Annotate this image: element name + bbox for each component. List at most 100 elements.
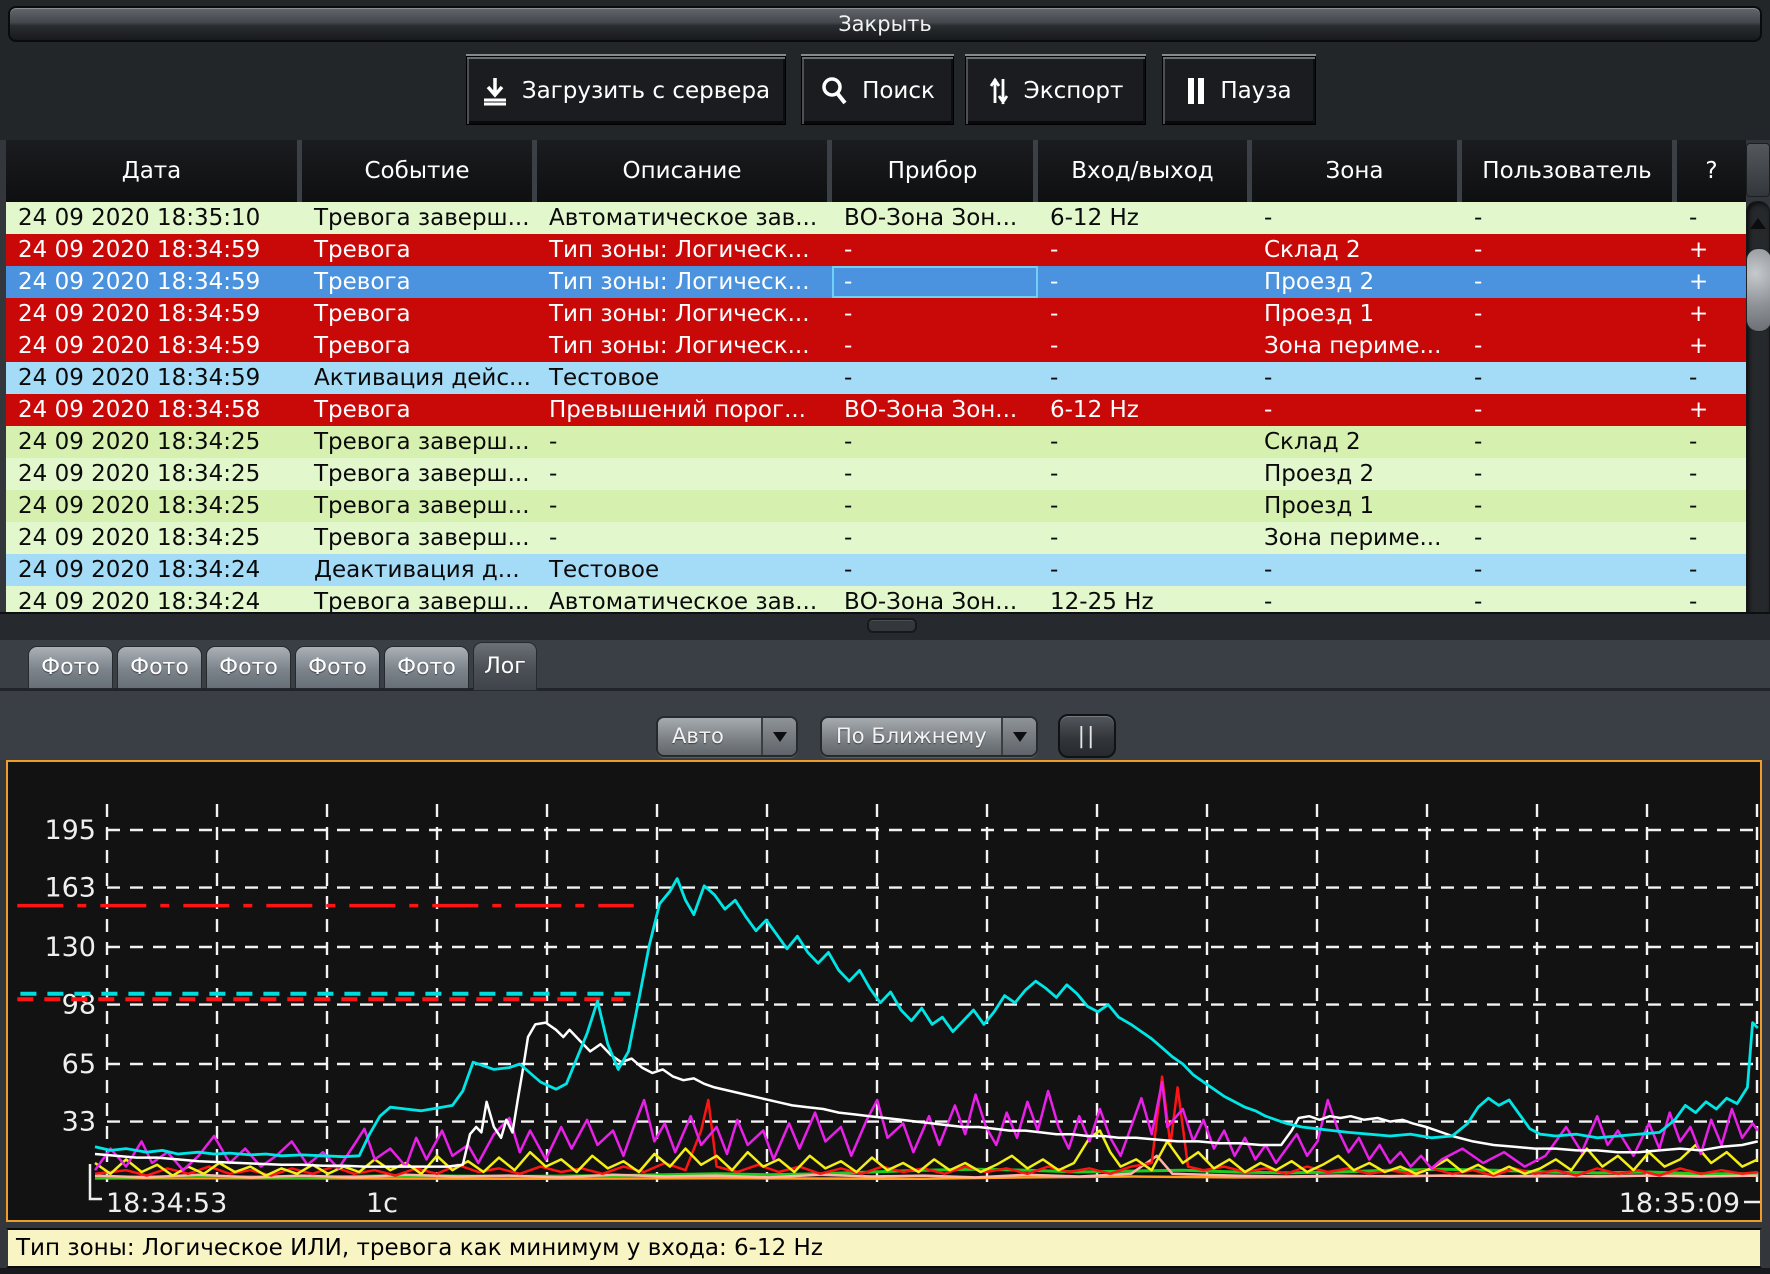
table-cell: - [1252,362,1462,394]
table-row[interactable]: 24 09 2020 18:34:58ТревогаПревышений пор… [6,394,1746,426]
scale-select[interactable]: Авто [656,716,798,757]
chevron-down-icon[interactable] [1001,718,1036,755]
table-cell: Проезд 1 [1252,490,1462,522]
chart-pause-button[interactable]: || [1058,714,1116,758]
table-cell: - [1677,458,1746,490]
table-cell: - [1677,202,1746,234]
table-cell: Тревога заверш... [302,490,537,522]
table-body: 24 09 2020 18:35:10Тревога заверш...Авто… [6,202,1746,612]
table-cell: - [1677,554,1746,586]
tab-photo-2[interactable]: Фото [117,646,202,689]
events-table: ДатаСобытиеОписаниеПриборВход/выходЗонаП… [6,140,1746,612]
status-text: Тип зоны: Логическое ИЛИ, тревога как ми… [16,1235,823,1261]
table-cell: + [1677,234,1746,266]
table-cell: 24 09 2020 18:35:10 [6,202,302,234]
tab-photo-3[interactable]: Фото [206,646,291,689]
table-row[interactable]: 24 09 2020 18:34:59ТревогаТип зоны: Логи… [6,234,1746,266]
scrollbar-track[interactable] [1746,201,1770,647]
toolbar-button-1[interactable]: Загрузить с сервера [466,56,786,125]
table-cell: - [832,234,1038,266]
table-cell: - [1038,298,1252,330]
table-cell: Зона периме... [1252,522,1462,554]
toolbar-button-label: Загрузить с сервера [522,78,770,104]
column-header-5[interactable]: Вход/выход [1038,140,1252,202]
table-cell: 24 09 2020 18:34:58 [6,394,302,426]
toolbar-button-3[interactable]: Экспорт [965,56,1146,125]
table-cell: - [1038,522,1252,554]
table-cell: 24 09 2020 18:34:59 [6,266,302,298]
table-row[interactable]: 24 09 2020 18:34:25Тревога заверш...---С… [6,426,1746,458]
scrollbar-thumb[interactable] [1746,248,1770,332]
table-cell: - [1462,298,1677,330]
table-row[interactable]: 24 09 2020 18:34:25Тревога заверш...---П… [6,490,1746,522]
scrollbar-up-button[interactable] [1747,208,1769,238]
export-icon [988,75,1010,107]
table-cell: - [1462,458,1677,490]
table-cell: 24 09 2020 18:34:59 [6,234,302,266]
toolbar-button-2[interactable]: Поиск [801,56,954,125]
table-cell: - [1252,586,1462,612]
table-cell: - [1038,426,1252,458]
tab-photo-5[interactable]: Фото [384,646,469,689]
table-cell: - [1252,394,1462,426]
table-row[interactable]: 24 09 2020 18:34:59ТревогаТип зоны: Логи… [6,298,1746,330]
tab-photo-1[interactable]: Фото [28,646,113,689]
table-cell: 24 09 2020 18:34:24 [6,554,302,586]
table-cell: - [1038,234,1252,266]
table-cell: + [1677,394,1746,426]
table-cell: 24 09 2020 18:34:59 [6,298,302,330]
table-cell: Превышений порог... [537,394,832,426]
column-header-4[interactable]: Прибор [832,140,1038,202]
close-button[interactable]: Закрыть [8,6,1762,42]
table-row[interactable]: 24 09 2020 18:34:24Деактивация д...Тесто… [6,554,1746,586]
table-row[interactable]: 24 09 2020 18:35:10Тревога заверш...Авто… [6,202,1746,234]
scrollbar-top-cap [1746,143,1770,197]
splitter-handle[interactable] [867,618,917,633]
table-cell: Тревога [302,298,537,330]
table-cell: Тревога [302,330,537,362]
pause-icon [1186,76,1206,106]
table-cell: - [1462,586,1677,612]
table-cell: - [832,298,1038,330]
table-row[interactable]: 24 09 2020 18:34:24Тревога заверш...Авто… [6,586,1746,612]
table-row[interactable]: 24 09 2020 18:34:59ТревогаТип зоны: Логи… [6,330,1746,362]
table-scrollbar [1746,143,1770,648]
chevron-down-icon[interactable] [761,718,796,755]
table-cell: Тревога заверш... [302,458,537,490]
table-cell: - [537,458,832,490]
table-row[interactable]: 24 09 2020 18:34:25Тревога заверш...---З… [6,522,1746,554]
splitter[interactable] [0,612,1770,640]
table-cell: - [1677,426,1746,458]
table-cell: - [1252,202,1462,234]
table-cell: 6-12 Hz [1038,394,1252,426]
table-cell: ВО-Зона Зон... [832,586,1038,612]
table-cell: Склад 2 [1252,426,1462,458]
up-arrow-icon [1750,218,1766,229]
table-cell: Проезд 1 [1252,298,1462,330]
column-header-7[interactable]: Пользователь [1462,140,1677,202]
table-cell: - [1462,266,1677,298]
table-row[interactable]: 24 09 2020 18:34:25Тревога заверш...---П… [6,458,1746,490]
column-header-8[interactable]: ? [1677,140,1746,202]
table-cell: 24 09 2020 18:34:25 [6,522,302,554]
table-cell: - [1677,362,1746,394]
column-header-6[interactable]: Зона [1252,140,1462,202]
table-cell: 12-25 Hz [1038,586,1252,612]
status-bar: Тип зоны: Логическое ИЛИ, тревога как ми… [6,1228,1762,1268]
tab-photo-4[interactable]: Фото [295,646,380,689]
table-cell: - [1462,490,1677,522]
tab-log[interactable]: Лог [473,642,537,691]
table-cell: Тревога заверш... [302,426,537,458]
column-header-3[interactable]: Описание [537,140,832,202]
column-header-1[interactable]: Дата [6,140,302,202]
column-header-2[interactable]: Событие [302,140,537,202]
table-row[interactable]: 24 09 2020 18:34:59ТревогаТип зоны: Логи… [6,266,1746,298]
mode-select-value: По Ближнему [822,718,1001,755]
table-row[interactable]: 24 09 2020 18:34:59Активация дейс...Тест… [6,362,1746,394]
toolbar-button-4[interactable]: Пауза [1162,56,1316,125]
mode-select[interactable]: По Ближнему [820,716,1038,757]
table-cell: - [1462,330,1677,362]
table-cell: 24 09 2020 18:34:24 [6,586,302,612]
table-cell: 24 09 2020 18:34:59 [6,362,302,394]
table-cell: - [537,426,832,458]
